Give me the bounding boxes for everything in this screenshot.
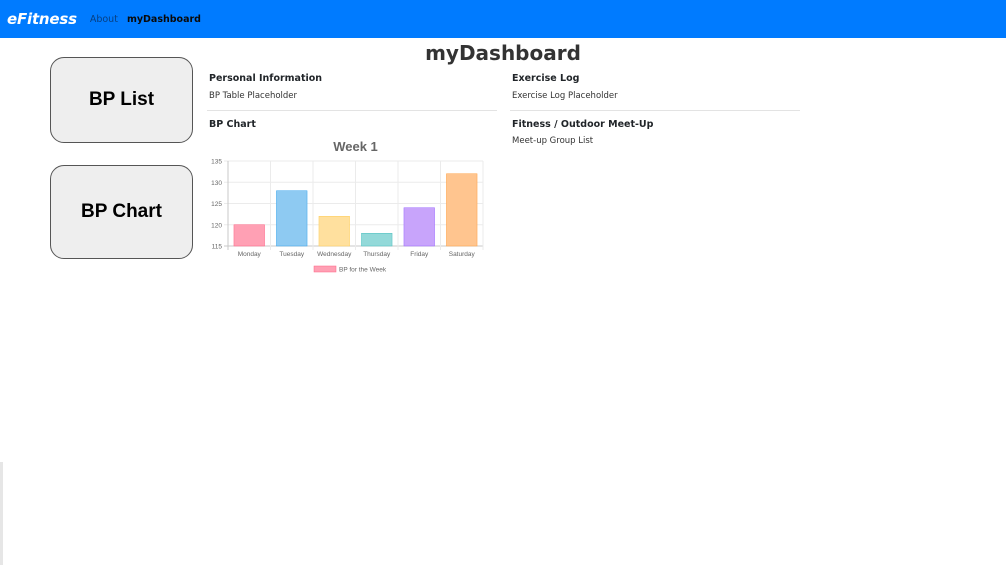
x-tick-label: Saturday <box>449 251 476 258</box>
brand-logo[interactable]: eFitness <box>7 10 77 28</box>
chart-bar <box>233 224 265 247</box>
left-edge-strip <box>0 462 3 565</box>
legend-swatch <box>313 265 337 273</box>
personal-info-divider <box>207 110 497 111</box>
x-tick-label: Tuesday <box>279 251 304 258</box>
y-tick-label: 120 <box>211 222 222 229</box>
x-tick-label: Wednesday <box>317 251 352 258</box>
exercise-log-heading: Exercise Log <box>512 73 580 84</box>
chart-bar <box>446 173 478 247</box>
y-tick-label: 115 <box>212 244 223 251</box>
legend-label: BP for the Week <box>339 267 387 274</box>
meetup-heading: Fitness / Outdoor Meet-Up <box>512 119 654 130</box>
meetup-group-list: Meet-up Group List <box>512 136 594 146</box>
bp-chart-heading: BP Chart <box>209 119 256 130</box>
chart-bar <box>403 207 435 247</box>
nav-link-mydashboard[interactable]: myDashboard <box>127 14 201 25</box>
nav-link-about[interactable]: About <box>90 14 118 25</box>
personal-info-heading: Personal Information <box>209 73 323 84</box>
bp-chart-button[interactable]: BP Chart <box>50 165 193 259</box>
y-tick-label: 125 <box>211 201 222 208</box>
chart-bar <box>318 216 350 247</box>
y-tick-label: 130 <box>211 180 222 187</box>
exercise-log-divider <box>510 110 800 111</box>
x-tick-label: Monday <box>238 251 262 258</box>
x-tick-label: Thursday <box>363 251 391 258</box>
exercise-log-placeholder: Exercise Log Placeholder <box>512 91 618 101</box>
bp-list-button[interactable]: BP List <box>50 57 193 143</box>
bp-chart-svg: Week 1 115 120 125 130 135 Monday Tuesday Wednes… <box>211 139 484 274</box>
bp-chart: Week 1 115 120 125 130 135 Monday Tuesday Wednes… <box>205 135 490 280</box>
top-navbar: eFitness About myDashboard <box>0 0 1006 38</box>
chart-title: Week 1 <box>333 139 378 154</box>
x-tick-label: Friday <box>410 251 429 258</box>
chart-bar <box>276 190 308 247</box>
chart-bar <box>361 233 393 247</box>
bp-table-placeholder: BP Table Placeholder <box>209 91 298 101</box>
y-tick-label: 135 <box>211 159 222 166</box>
